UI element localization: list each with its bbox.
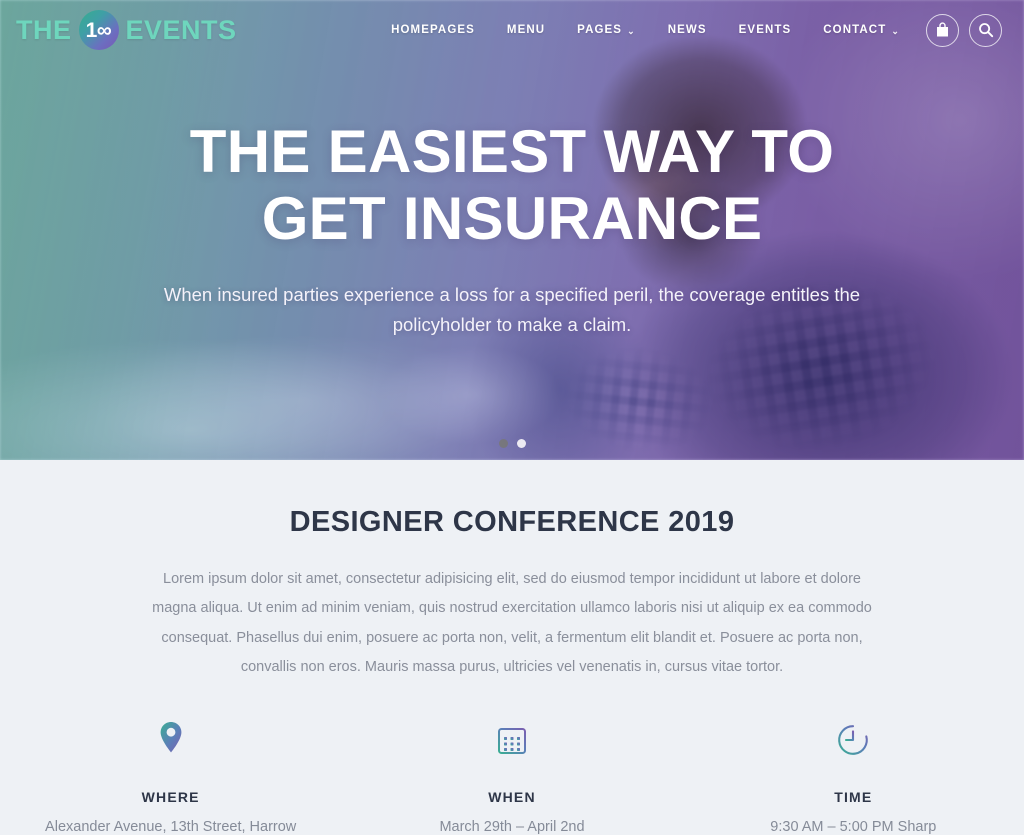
site-logo[interactable]: THE 1∞ EVENTS — [16, 10, 237, 50]
nav-item-pages[interactable]: PAGES ⌄ — [561, 24, 652, 36]
calendar-icon-wrap — [341, 718, 682, 762]
event-detail-value: Alexander Avenue, 13th Street, Harrow — [45, 819, 297, 835]
event-detail-where: WHERE Alexander Avenue, 13th Street, Har… — [0, 718, 341, 835]
event-detail-time: TIME 9:30 AM – 5:00 PM Sharp — [683, 718, 1024, 835]
event-detail-label: WHERE — [141, 789, 200, 806]
nav-item-homepages[interactable]: HOMEPAGES — [375, 24, 491, 36]
hero-title-line-1: THE EASIEST WAY TO — [189, 118, 835, 185]
hero-content: THE EASIEST WAY TO GET INSURANCE When in… — [0, 118, 1024, 340]
nav-item-menu[interactable]: MENU — [491, 24, 561, 36]
site-header: THE 1∞ EVENTS HOMEPAGES MENU PAGES ⌄ NEW… — [0, 0, 1024, 60]
event-detail-columns: WHERE Alexander Avenue, 13th Street, Har… — [0, 718, 1024, 835]
hero-title-line-2: GET INSURANCE — [261, 185, 763, 253]
logo-badge-icon: 1∞ — [78, 10, 119, 50]
nav-label: CONTACT — [823, 24, 887, 36]
search-icon — [978, 23, 993, 38]
event-info-section: DESIGNER CONFERENCE 2019 Lorem ipsum dol… — [0, 460, 1024, 835]
section-description: Lorem ipsum dolor sit amet, consectetur … — [152, 571, 872, 675]
hero-subtitle: When insured parties experience a loss f… — [163, 284, 861, 336]
main-navigation: HOMEPAGES MENU PAGES ⌄ NEWS EVENTS CONTA… — [375, 13, 1002, 47]
cart-button[interactable] — [926, 13, 959, 47]
shopping-bag-icon — [937, 22, 948, 37]
nav-item-contact[interactable]: CONTACT ⌄ — [807, 24, 916, 36]
nav-label: PAGES — [577, 24, 623, 36]
nav-label: EVENTS — [738, 24, 792, 36]
search-button[interactable] — [969, 13, 1002, 47]
event-detail-label: TIME — [834, 789, 873, 806]
map-pin-icon-wrap — [0, 718, 341, 762]
chevron-down-icon: ⌄ — [627, 25, 636, 36]
slider-dot-1[interactable] — [498, 439, 508, 448]
hero-title: THE EASIEST WAY TO GET INSURANCE — [0, 118, 1024, 252]
calendar-icon — [497, 724, 526, 755]
slider-pagination — [0, 439, 1024, 448]
hero-slider: THE 1∞ EVENTS HOMEPAGES MENU PAGES ⌄ NEW… — [0, 0, 1024, 460]
clock-icon-wrap — [683, 718, 1024, 762]
nav-item-news[interactable]: NEWS — [652, 24, 723, 36]
chevron-down-icon: ⌄ — [891, 25, 900, 36]
clock-icon — [838, 725, 869, 755]
logo-text-events: EVENTS — [125, 14, 237, 45]
nav-item-events[interactable]: EVENTS — [723, 24, 808, 36]
slider-dot-2[interactable] — [516, 439, 526, 448]
event-detail-label: WHEN — [488, 789, 536, 806]
nav-label: HOMEPAGES — [391, 24, 475, 36]
logo-text-the: THE — [16, 14, 72, 45]
event-detail-value: March 29th – April 2nd — [439, 819, 585, 835]
nav-label: NEWS — [667, 24, 707, 36]
event-detail-when: WHEN March 29th – April 2nd — [341, 718, 682, 835]
event-detail-value: 9:30 AM – 5:00 PM Sharp — [770, 819, 937, 835]
section-title: DESIGNER CONFERENCE 2019 — [289, 506, 735, 538]
map-pin-icon — [160, 722, 182, 753]
nav-label: MENU — [506, 24, 546, 36]
